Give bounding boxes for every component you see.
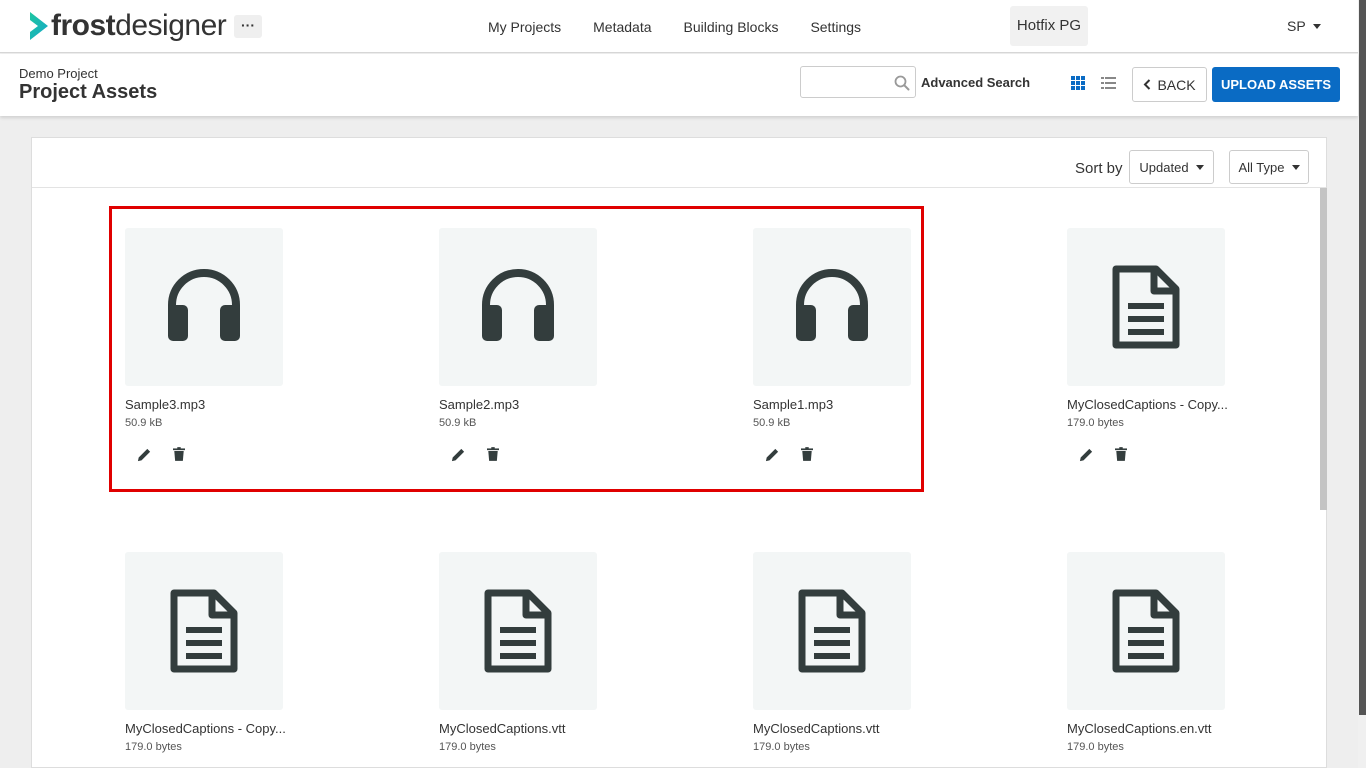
top-nav: frostdesigner ··· My Projects Metadata B… — [0, 0, 1358, 53]
edit-pencil-icon — [1079, 447, 1093, 461]
asset-card[interactable]: MyClosedCaptions.vtt 179.0 bytes — [439, 552, 669, 753]
nav-settings[interactable]: Settings — [794, 19, 877, 35]
asset-actions — [1067, 445, 1297, 463]
trash-icon — [173, 447, 185, 461]
type-filter-dropdown[interactable]: All Type — [1229, 150, 1309, 184]
asset-card[interactable]: MyClosedCaptions.vtt 179.0 bytes — [753, 552, 983, 753]
edit-pencil-icon — [765, 447, 779, 461]
asset-thumbnail[interactable] — [753, 228, 911, 386]
edit-button[interactable] — [1077, 445, 1095, 463]
asset-name[interactable]: Sample1.mp3 — [753, 397, 983, 412]
chevron-left-icon — [1144, 79, 1151, 90]
asset-actions — [753, 445, 983, 463]
panel-scrollbar-thumb[interactable] — [1320, 188, 1327, 510]
asset-thumbnail[interactable] — [125, 228, 283, 386]
asset-thumbnail[interactable] — [439, 228, 597, 386]
upload-assets-button[interactable]: UPLOAD ASSETS — [1212, 67, 1340, 102]
asset-thumbnail[interactable] — [125, 552, 283, 710]
trash-icon — [801, 447, 813, 461]
edit-pencil-icon — [451, 447, 465, 461]
user-menu[interactable]: SP — [1287, 18, 1321, 34]
page-header: Demo Project Project Assets Advanced Sea… — [0, 54, 1358, 116]
asset-name[interactable]: MyClosedCaptions.vtt — [753, 721, 983, 736]
document-icon — [1112, 589, 1180, 673]
asset-thumbnail[interactable] — [1067, 228, 1225, 386]
asset-actions — [439, 445, 669, 463]
asset-card[interactable]: MyClosedCaptions.en.vtt 179.0 bytes — [1067, 552, 1297, 753]
nav-my-projects[interactable]: My Projects — [472, 19, 577, 35]
asset-name[interactable]: MyClosedCaptions - Copy... — [125, 721, 355, 736]
asset-card[interactable]: MyClosedCaptions - Copy... 179.0 bytes — [125, 552, 355, 753]
delete-button[interactable] — [484, 445, 502, 463]
document-icon — [170, 589, 238, 673]
asset-size: 179.0 bytes — [439, 741, 496, 753]
asset-name[interactable]: MyClosedCaptions - Copy... — [1067, 397, 1297, 412]
breadcrumb[interactable]: Demo Project — [19, 66, 98, 81]
logo-wordmark-bold: frost — [51, 9, 116, 42]
asset-card[interactable]: Sample1.mp3 50.9 kB — [753, 228, 983, 463]
search-icon[interactable] — [894, 75, 910, 91]
chevron-down-icon — [1312, 23, 1321, 29]
asset-size: 179.0 bytes — [125, 741, 182, 753]
logo-chevron-icon — [30, 12, 48, 40]
asset-thumbnail[interactable] — [439, 552, 597, 710]
edit-button[interactable] — [135, 445, 153, 463]
delete-button[interactable] — [798, 445, 816, 463]
document-icon — [484, 589, 552, 673]
asset-thumbnail[interactable] — [753, 552, 911, 710]
asset-name[interactable]: MyClosedCaptions.en.vtt — [1067, 721, 1297, 736]
list-view-icon[interactable] — [1101, 76, 1116, 90]
more-menu-button[interactable]: ··· — [234, 15, 262, 38]
asset-actions — [125, 445, 355, 463]
asset-size: 179.0 bytes — [1067, 741, 1124, 753]
back-button-label: BACK — [1157, 76, 1196, 93]
search-input[interactable] — [807, 72, 889, 92]
chevron-down-icon — [1291, 164, 1300, 170]
trash-icon — [487, 447, 499, 461]
frost-designer-logo[interactable]: frostdesigner — [28, 8, 227, 44]
document-icon — [1112, 265, 1180, 349]
document-icon — [798, 589, 866, 673]
type-dropdown-value: All Type — [1238, 159, 1285, 175]
asset-card[interactable]: MyClosedCaptions - Copy... 179.0 bytes — [1067, 228, 1297, 463]
delete-button[interactable] — [1112, 445, 1130, 463]
headphones-icon — [796, 269, 868, 341]
asset-name[interactable]: Sample2.mp3 — [439, 397, 669, 412]
search-box[interactable] — [800, 66, 916, 98]
user-initials: SP — [1287, 18, 1306, 34]
asset-size: 179.0 bytes — [1067, 417, 1124, 429]
back-button[interactable]: BACK — [1132, 67, 1207, 102]
asset-name[interactable]: MyClosedCaptions.vtt — [439, 721, 669, 736]
headphones-icon — [482, 269, 554, 341]
sort-dropdown-value: Updated — [1139, 159, 1189, 175]
assets-toolbar: Sort by Updated All Type — [32, 138, 1326, 188]
asset-size: 50.9 kB — [753, 417, 791, 429]
asset-card[interactable]: Sample2.mp3 50.9 kB — [439, 228, 669, 463]
page-scrollbar-thumb[interactable] — [1359, 0, 1366, 715]
asset-card[interactable]: Sample3.mp3 50.9 kB — [125, 228, 355, 463]
environment-badge: Hotfix PG — [1010, 6, 1088, 46]
edit-pencil-icon — [137, 447, 151, 461]
edit-button[interactable] — [763, 445, 781, 463]
asset-size: 50.9 kB — [125, 417, 163, 429]
advanced-search-link[interactable]: Advanced Search — [921, 75, 1030, 90]
nav-building-blocks[interactable]: Building Blocks — [668, 19, 795, 35]
chevron-down-icon — [1195, 164, 1204, 170]
edit-button[interactable] — [449, 445, 467, 463]
nav-metadata[interactable]: Metadata — [577, 19, 667, 35]
sort-dropdown[interactable]: Updated — [1129, 150, 1214, 184]
asset-name[interactable]: Sample3.mp3 — [125, 397, 355, 412]
page-title: Project Assets — [19, 81, 158, 103]
delete-button[interactable] — [170, 445, 188, 463]
asset-size: 50.9 kB — [439, 417, 477, 429]
asset-size: 179.0 bytes — [753, 741, 810, 753]
trash-icon — [1115, 447, 1127, 461]
asset-thumbnail[interactable] — [1067, 552, 1225, 710]
grid-view-icon[interactable] — [1071, 76, 1085, 90]
headphones-icon — [168, 269, 240, 341]
logo-wordmark-light: designer — [115, 9, 227, 42]
sort-label: Sort by — [1075, 160, 1123, 177]
main-nav: My Projects Metadata Building Blocks Set… — [472, 0, 877, 53]
